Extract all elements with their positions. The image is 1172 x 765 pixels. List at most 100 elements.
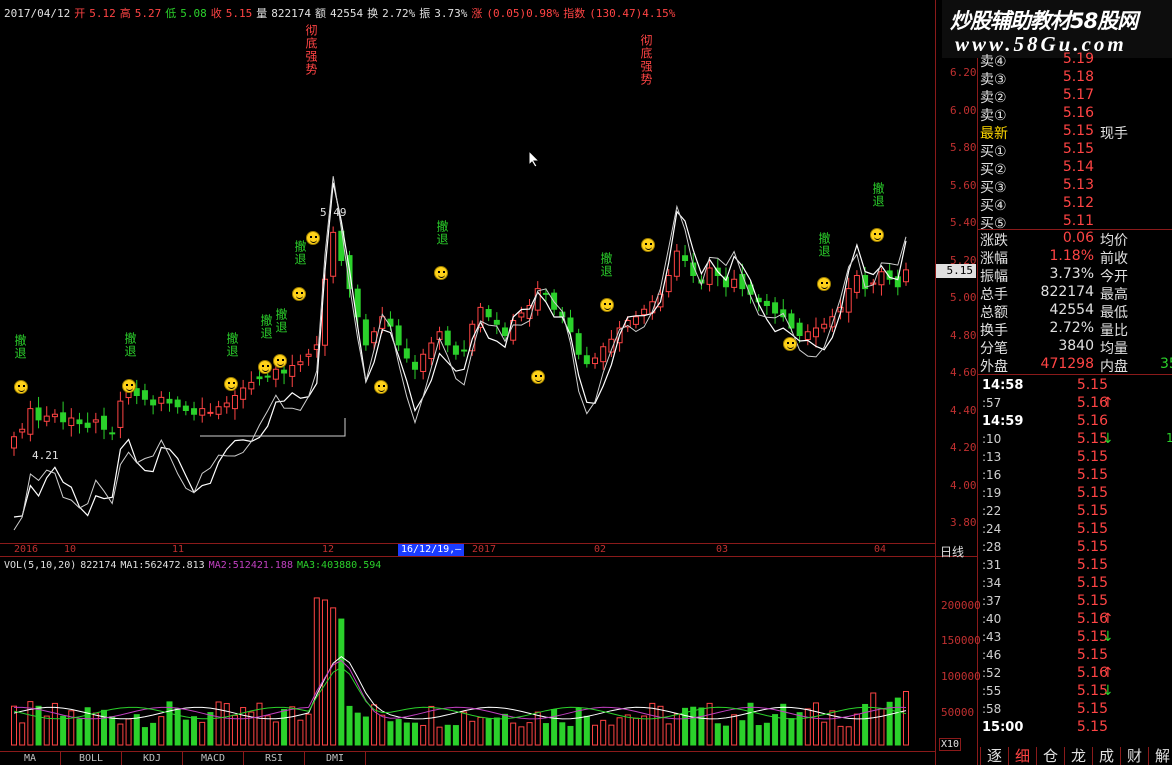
- period-label[interactable]: 日线: [940, 543, 964, 560]
- smiley-icon: [783, 337, 797, 351]
- volume-bar: [502, 713, 509, 746]
- candle: [354, 284, 361, 327]
- stat-row: 总额 42554 最低: [980, 302, 1172, 321]
- indicator-tab-dmi[interactable]: DMI: [305, 752, 366, 765]
- tick-time: :10: [982, 432, 1002, 446]
- candle: [231, 390, 238, 420]
- detail-tab[interactable]: 逐: [980, 747, 1008, 765]
- volume-bar: [780, 703, 787, 746]
- candle: [493, 312, 500, 335]
- stat-label-2: 量比: [1100, 323, 1128, 339]
- tick-price: 5.15: [1076, 647, 1108, 663]
- volume-bar: [534, 711, 541, 746]
- stat-row: 换手 2.72% 量比: [980, 320, 1172, 339]
- tick-row: :13 5.15: [980, 449, 1172, 467]
- detail-tab[interactable]: 细: [1008, 747, 1036, 765]
- min-price-label: 4.21: [32, 449, 59, 462]
- orderbook-extra: 现手: [1100, 126, 1128, 142]
- detail-tab[interactable]: 财: [1120, 747, 1148, 765]
- candle: [641, 304, 648, 324]
- outer-value: 471298: [1040, 356, 1094, 372]
- retreat-label: 撤退: [293, 240, 307, 266]
- stat-value: 3.73%: [1049, 266, 1094, 282]
- volume-bar: [722, 725, 729, 746]
- price-tick-label: 4.60: [950, 366, 977, 379]
- candle: [673, 244, 680, 281]
- time-tick-label: 04: [874, 544, 887, 555]
- indicator-tab-rsi[interactable]: RSI: [244, 752, 305, 765]
- candle: [772, 297, 779, 324]
- volume-bar: [11, 705, 17, 746]
- tick-time: :57: [982, 396, 1002, 410]
- down-arrow-icon: ↓: [1102, 629, 1114, 645]
- volume-bar: [739, 720, 746, 746]
- candle: [600, 342, 607, 370]
- tick-time: :37: [982, 594, 1002, 608]
- time-tick-label: 02: [594, 544, 607, 555]
- candlestick-chart[interactable]: [0, 0, 935, 543]
- oscillator-line-fast: [13, 182, 907, 518]
- current-price-tag: 5.15: [936, 264, 976, 278]
- volume-bar: [485, 718, 492, 746]
- price-tick-label: 4.00: [950, 478, 977, 492]
- vol-indicator-name: VOL(5,10,20): [4, 560, 77, 571]
- tick-time: :19: [982, 486, 1002, 500]
- volume-bar: [362, 716, 369, 746]
- volume-bar: [19, 722, 26, 746]
- smiley-icon: [531, 370, 545, 384]
- tick-time: :13: [982, 450, 1002, 464]
- stat-value: 0.06: [1062, 230, 1094, 246]
- volume-bar: [624, 714, 631, 746]
- candle: [51, 409, 58, 423]
- tick-price: 5.15: [1076, 485, 1108, 501]
- candle: [76, 412, 83, 434]
- orderbook-row: 买③ 5.13: [980, 177, 1172, 196]
- indicator-tab-macd[interactable]: MACD: [183, 752, 244, 765]
- volume-bar: [101, 709, 108, 746]
- orderbook-price: 5.17: [1062, 87, 1094, 103]
- candle: [35, 396, 42, 429]
- time-cursor-label: 16/12/19,—: [398, 544, 465, 556]
- candle: [878, 267, 885, 296]
- stat-label: 总手: [980, 287, 1008, 303]
- volume-bar: [755, 725, 762, 746]
- volume-bar: [387, 721, 394, 746]
- candle: [174, 396, 181, 414]
- indicator-tab-kdj[interactable]: KDJ: [122, 752, 183, 765]
- volume-bar: [289, 706, 296, 746]
- volume-bar: [420, 724, 427, 746]
- indicator-tab-ma[interactable]: MA: [0, 752, 61, 765]
- candle: [166, 391, 173, 412]
- smiley-icon: [14, 380, 28, 394]
- indicator-tab-boll[interactable]: BOLL: [61, 752, 122, 765]
- candle: [141, 383, 148, 406]
- volume-bar: [673, 713, 680, 746]
- orderbook-label: 买②: [980, 162, 1007, 178]
- candle: [371, 327, 378, 351]
- tick-row: :40 5.16 ↑: [980, 611, 1172, 629]
- candle: [248, 371, 255, 395]
- detail-tab[interactable]: 成: [1092, 747, 1120, 765]
- volume-bar: [395, 719, 402, 746]
- detail-tab-bar: 逐细仓龙成财解: [980, 747, 1172, 765]
- box-marker: [200, 418, 346, 437]
- stat-label-2: 均量: [1100, 341, 1128, 357]
- price-tick-label: 4.20: [950, 441, 977, 454]
- vol-ma3: MA3:403880.594: [296, 560, 382, 571]
- candle: [240, 379, 247, 409]
- detail-tab[interactable]: 仓: [1036, 747, 1064, 765]
- detail-tab[interactable]: 龙: [1064, 747, 1092, 765]
- detail-tab[interactable]: 解: [1148, 747, 1172, 765]
- stat-label: 振幅: [980, 269, 1008, 285]
- volume-bar: [649, 702, 656, 746]
- volume-bar: [166, 701, 173, 746]
- volume-bar: [248, 711, 255, 746]
- time-tick-label: 2016: [14, 544, 39, 555]
- orderbook-label: 买③: [980, 180, 1007, 196]
- volume-bar: [886, 701, 893, 746]
- strong-signal-label-1: 彻底强势: [304, 24, 318, 76]
- vol-ma3-line: [13, 666, 907, 720]
- volume-bar: [281, 708, 288, 746]
- mouse-cursor-icon: [528, 150, 540, 168]
- candle: [150, 395, 157, 415]
